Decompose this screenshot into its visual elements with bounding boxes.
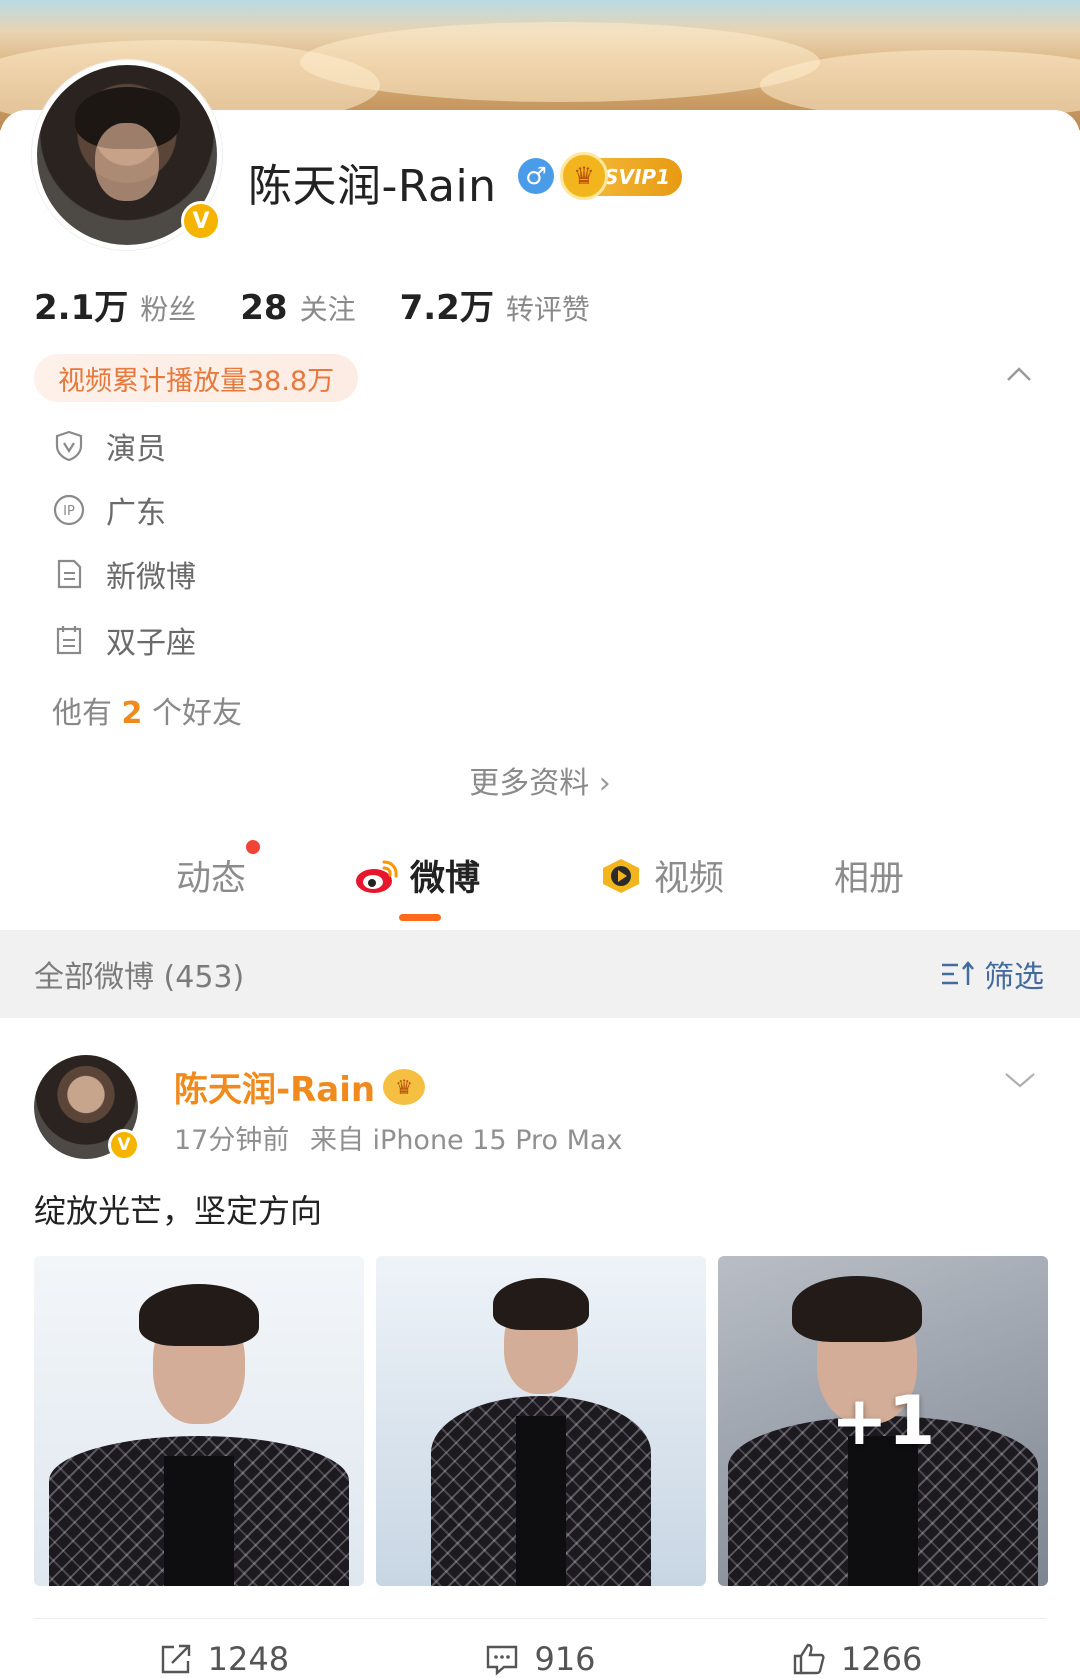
- stat-label: 粉丝: [140, 293, 197, 326]
- svip-badge[interactable]: ♛ SVIP1: [560, 152, 682, 200]
- stat-value: 28: [240, 288, 288, 328]
- info-text: 双子座: [106, 626, 196, 661]
- stat-value: 2.1万: [34, 288, 129, 328]
- like-count: 1266: [840, 1640, 923, 1678]
- repost-icon: [161, 1644, 190, 1674]
- profile-name: 陈天润-Rain: [248, 161, 497, 212]
- info-row-ip: IP 广东: [52, 488, 166, 532]
- stat-label: 转评赞: [505, 293, 590, 326]
- tab-video[interactable]: 视频: [598, 850, 724, 901]
- author-name-text: 陈天润-Rain: [174, 1070, 376, 1110]
- post-photo-3[interactable]: +1: [718, 1256, 1048, 1586]
- comment-count: 916: [534, 1640, 596, 1678]
- tab-weibo[interactable]: 微博: [354, 850, 480, 901]
- tab-label: 微博: [410, 859, 481, 899]
- post-author-name[interactable]: 陈天润-Rain ♛: [174, 1062, 426, 1111]
- post-author-avatar[interactable]: V: [34, 1055, 140, 1161]
- tab-label: 视频: [654, 859, 725, 899]
- profile-avatar[interactable]: V: [32, 60, 222, 250]
- filter-label: 筛选: [984, 960, 1044, 995]
- stat-value: 7.2万: [399, 288, 494, 328]
- comment-icon: [487, 1645, 518, 1676]
- weibo-count: 全部微博 (453): [34, 960, 245, 995]
- filter-sort-icon: [942, 961, 974, 985]
- friends-number: 2: [121, 696, 143, 731]
- like-button[interactable]: 1266: [791, 1640, 922, 1678]
- info-text: 新微博: [106, 560, 196, 595]
- post-meta: 17分钟前 来自 iPhone 15 Pro Max: [174, 1118, 622, 1157]
- post-source: 来自 iPhone 15 Pro Max: [309, 1125, 623, 1156]
- tab-label: 相册: [834, 859, 905, 899]
- chevron-up-icon[interactable]: [1004, 360, 1034, 390]
- active-tab-indicator: [399, 914, 441, 921]
- document-icon: [57, 559, 82, 589]
- friends-count[interactable]: 他有 2 个好友: [52, 688, 242, 732]
- tab-album[interactable]: 相册: [834, 850, 904, 901]
- post-photo-2[interactable]: [376, 1256, 706, 1586]
- tab-dynamics[interactable]: 动态: [176, 840, 261, 901]
- info-row-occupation: 演员: [52, 424, 166, 468]
- filter-button[interactable]: 筛选: [940, 952, 1044, 996]
- friends-prefix: 他有: [52, 696, 112, 731]
- thumbs-up-icon: [793, 1643, 825, 1675]
- post-actions: 1248 916 1266: [0, 1640, 1080, 1678]
- more-info-link[interactable]: 更多资料 ›: [0, 758, 1080, 802]
- more-info-label: 更多资料: [469, 766, 590, 801]
- comment-button[interactable]: 916: [484, 1640, 596, 1678]
- profile-tabs: 动态 微博 视频 相册: [0, 840, 1080, 920]
- feed-filter-bar: 全部微博 (453) 筛选: [0, 930, 1080, 1018]
- video-badge-icon: [603, 858, 639, 893]
- info-row-zodiac: 双子座: [52, 618, 196, 662]
- svg-text:IP: IP: [63, 504, 75, 519]
- verified-shield-icon: [55, 430, 83, 462]
- info-text: 演员: [106, 432, 166, 467]
- svip-label: SVIP1: [604, 165, 670, 189]
- stat-followers[interactable]: 2.1万 粉丝: [34, 280, 196, 329]
- info-text: 广东: [106, 496, 166, 531]
- chevron-right-icon: ›: [598, 766, 611, 801]
- ip-location-icon: IP: [53, 494, 85, 526]
- stat-following[interactable]: 28 关注: [240, 288, 355, 328]
- weibo-logo-icon: [356, 860, 398, 893]
- tab-label: 动态: [176, 859, 247, 899]
- post-divider: [34, 1618, 1046, 1619]
- verified-badge-icon: V: [181, 201, 221, 241]
- video-play-count-pill[interactable]: 视频累计播放量38.8万: [34, 354, 359, 402]
- verified-badge-icon: V: [108, 1129, 140, 1161]
- crown-icon: ♛: [560, 152, 608, 200]
- profile-stats: 2.1万 粉丝 28 关注 7.2万 转评赞: [34, 280, 590, 329]
- post-photo-1[interactable]: [34, 1256, 364, 1586]
- male-icon: ♂: [518, 158, 554, 194]
- play-count-text: 视频累计播放量38.8万: [58, 365, 335, 397]
- chevron-down-icon[interactable]: [1002, 1068, 1038, 1092]
- repost-count: 1248: [207, 1640, 290, 1678]
- info-row-weibo: 新微博: [52, 552, 196, 596]
- calendar-icon: [56, 626, 82, 655]
- post-text: 绽放光芒，坚定方向: [34, 1192, 323, 1230]
- stat-interactions[interactable]: 7.2万 转评赞: [400, 280, 590, 329]
- crown-icon: ♛: [383, 1068, 426, 1105]
- more-photos-count: +1: [830, 1381, 936, 1461]
- notification-dot: [246, 840, 261, 854]
- repost-button[interactable]: 1248: [158, 1640, 289, 1678]
- stat-label: 关注: [299, 293, 356, 326]
- post-time: 17分钟前: [174, 1125, 290, 1156]
- friends-suffix: 个好友: [151, 696, 242, 731]
